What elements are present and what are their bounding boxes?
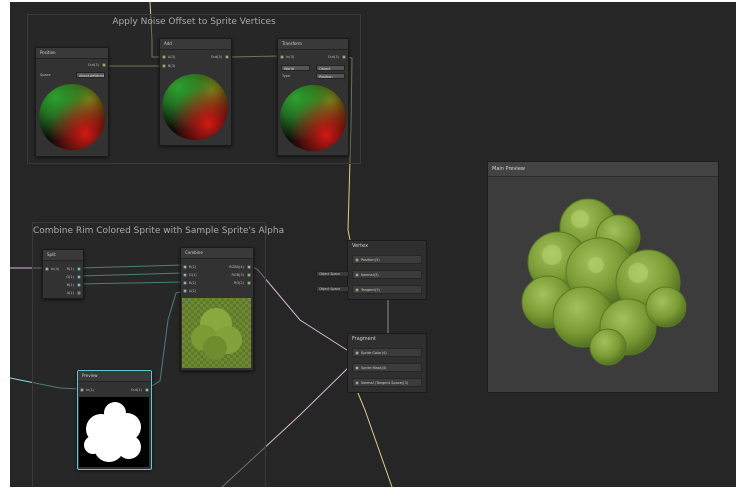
- vertex-stack[interactable]: Vertex Position(3) Normal(3) Tangent(3): [347, 240, 427, 300]
- port-label-out: Out(3): [87, 63, 99, 67]
- output-port-dot[interactable]: [342, 55, 346, 59]
- port-label-out: Out(1): [130, 388, 142, 392]
- port-label-in: In(3): [286, 55, 295, 59]
- preview-node[interactable]: Preview In(1) Out(1): [77, 370, 152, 470]
- output-port-dot-a[interactable]: [77, 291, 81, 295]
- output-port-dot-b[interactable]: [77, 283, 81, 287]
- input-port-dot[interactable]: [280, 55, 284, 59]
- output-port-dot-g[interactable]: [77, 275, 81, 279]
- vertex-normal-slot[interactable]: Normal(3): [352, 270, 422, 279]
- input-port-dot[interactable]: [45, 267, 49, 271]
- slot-port-dot[interactable]: [355, 258, 359, 262]
- type-label: Type: [282, 74, 291, 78]
- port-label-b: B(3): [168, 64, 176, 68]
- screen-left-edge: [0, 0, 10, 491]
- port-label-rg: RG(2): [233, 281, 244, 285]
- space-label: Space: [40, 73, 51, 77]
- output-port-dot[interactable]: [145, 388, 149, 392]
- port-label-rgba: RGBA(4): [229, 265, 244, 269]
- tangent-space-tag[interactable]: Object Space: [316, 286, 349, 292]
- combine-node[interactable]: Combine R(1) G(1) B(1) A(1) RGBA(4) RGB(…: [180, 247, 254, 371]
- input-port-dot-g[interactable]: [183, 273, 187, 277]
- port-label-r: R(1): [189, 265, 197, 269]
- port-label-a: A(1): [66, 291, 74, 295]
- normal-space-tag[interactable]: Object Space: [316, 271, 349, 277]
- fragment-mask-slot[interactable]: Sprite Mask(4): [352, 363, 422, 372]
- node-title: Preview: [78, 371, 151, 382]
- slot-label: Normal (Tangent Space)(3): [361, 381, 409, 385]
- port-label-a: A(1): [189, 289, 197, 293]
- preview-sphere: [280, 85, 346, 151]
- slot-port-dot[interactable]: [355, 381, 359, 385]
- fragment-stack[interactable]: Fragment Sprite Color(4) Sprite Mask(4) …: [347, 333, 427, 393]
- input-port-dot-b[interactable]: [183, 281, 187, 285]
- slot-port-dot[interactable]: [355, 351, 359, 355]
- main-preview-title: Main Preview: [488, 162, 718, 177]
- port-label-out: Out(3): [327, 55, 339, 59]
- output-port-dot-rg[interactable]: [247, 281, 251, 285]
- output-port-dot[interactable]: [225, 55, 229, 59]
- type-dropdown[interactable]: Position: [316, 73, 345, 79]
- slot-label: Normal(3): [361, 273, 379, 277]
- input-port-dot-r[interactable]: [183, 265, 187, 269]
- slot-label: Sprite Mask(4): [361, 366, 387, 370]
- group-title: Combine Rim Colored Sprite with Sample S…: [33, 226, 285, 236]
- add-node[interactable]: Add A(3) B(3) Out(3): [159, 38, 232, 146]
- port-label-a: A(3): [168, 55, 176, 59]
- input-port-dot[interactable]: [80, 388, 84, 392]
- output-port-dot-rgb[interactable]: [247, 273, 251, 277]
- slot-port-dot[interactable]: [355, 366, 359, 370]
- transform-node[interactable]: Transform In(3) Out(3) World Object Type…: [277, 38, 349, 156]
- fragment-title: Fragment: [352, 336, 376, 342]
- input-port-dot-a[interactable]: [162, 55, 166, 59]
- foliage-sprite-preview[interactable]: [488, 177, 718, 392]
- split-node[interactable]: Split In(4) R(1) G(1) B(1) A(1): [42, 249, 84, 299]
- node-title: Combine: [181, 248, 253, 259]
- node-title: Split: [43, 250, 83, 261]
- port-label-g: G(1): [66, 275, 74, 279]
- slot-label: Tangent(3): [361, 288, 380, 292]
- main-preview-window[interactable]: Main Preview: [487, 161, 719, 393]
- port-label-b: B(1): [189, 281, 197, 285]
- node-title: Position: [36, 48, 108, 59]
- input-port-dot-b[interactable]: [162, 64, 166, 68]
- preview-sphere: [162, 74, 228, 140]
- port-label-in: In(4): [51, 267, 60, 271]
- port-label-out: Out(3): [210, 55, 222, 59]
- alpha-mask-preview: [79, 397, 149, 467]
- slot-port-dot[interactable]: [355, 273, 359, 277]
- output-port-dot-rgba[interactable]: [247, 265, 251, 269]
- vertex-position-slot[interactable]: Position(3): [352, 255, 422, 264]
- input-port-dot-a[interactable]: [183, 289, 187, 293]
- node-title: Add: [160, 39, 231, 50]
- node-title: Transform: [278, 39, 348, 50]
- port-label-rgb: RGB(3): [231, 273, 244, 277]
- combine-preview-image: [182, 298, 251, 368]
- to-space-dropdown[interactable]: Object: [316, 65, 345, 71]
- vertex-title: Vertex: [352, 243, 369, 249]
- port-label-in: In(1): [86, 388, 95, 392]
- screen-bottom-edge: [0, 487, 736, 491]
- space-dropdown[interactable]: AbsoluteWorld: [76, 72, 105, 78]
- vertex-tangent-slot[interactable]: Tangent(3): [352, 285, 422, 294]
- fragment-normal-slot[interactable]: Normal (Tangent Space)(3): [352, 378, 422, 387]
- port-label-b: B(1): [66, 283, 74, 287]
- fragment-color-slot[interactable]: Sprite Color(4): [352, 348, 422, 357]
- from-space-dropdown[interactable]: World: [281, 65, 310, 71]
- port-label-g: G(1): [189, 273, 197, 277]
- preview-sphere: [39, 84, 105, 150]
- port-label-r: R(1): [66, 267, 74, 271]
- slot-port-dot[interactable]: [355, 288, 359, 292]
- output-port-dot[interactable]: [102, 63, 106, 67]
- slot-label: Position(3): [361, 258, 380, 262]
- output-port-dot-r[interactable]: [77, 267, 81, 271]
- position-node[interactable]: Position Out(3) Space AbsoluteWorld: [35, 47, 109, 157]
- group-title: Apply Noise Offset to Sprite Vertices: [112, 17, 276, 27]
- slot-label: Sprite Color(4): [361, 351, 387, 355]
